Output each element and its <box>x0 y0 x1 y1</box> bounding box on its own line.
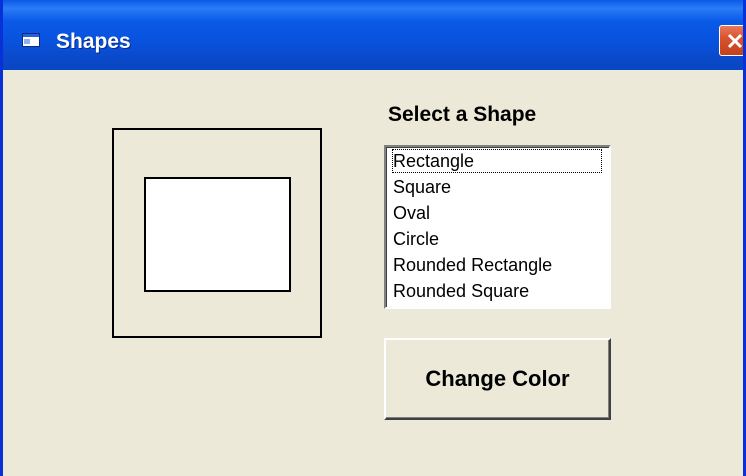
list-item-circle[interactable]: Circle <box>393 226 439 252</box>
list-item-rounded-square[interactable]: Rounded Square <box>393 278 529 304</box>
window-title: Shapes <box>56 30 131 53</box>
list-item-rectangle[interactable]: Rectangle <box>391 148 603 174</box>
close-button[interactable] <box>719 25 743 56</box>
change-color-button[interactable]: Change Color <box>384 338 611 420</box>
title-bar[interactable]: Shapes <box>3 0 743 70</box>
list-item-rounded-rectangle[interactable]: Rounded Rectangle <box>393 252 552 278</box>
shapes-listbox[interactable]: Rectangle Square Oval Circle Rounded Rec… <box>384 145 611 309</box>
list-item-square[interactable]: Square <box>393 174 451 200</box>
list-item-oval[interactable]: Oval <box>393 200 430 226</box>
app-window-icon <box>22 33 40 47</box>
shapes-window: Shapes Select a Shape Rectangle Square O… <box>0 0 746 476</box>
shape-preview-rectangle <box>144 177 291 292</box>
select-shape-label: Select a Shape <box>388 103 537 126</box>
